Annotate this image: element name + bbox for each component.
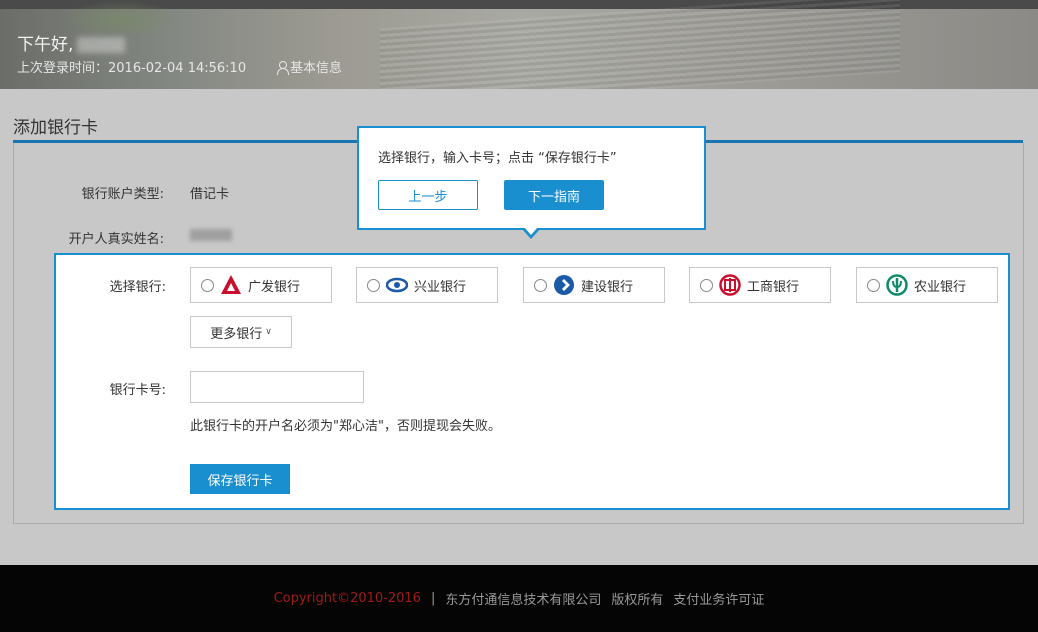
card-number-label: 银行卡号: <box>109 383 166 398</box>
guide-highlight-area: 选择银行: 广发银行 兴业银行 建设银行 工商银行 农业银行 更多银行 ∨ 银行… <box>54 253 1010 510</box>
header-banner: 下午好, 上次登录时间：2016-02-04 14:56:10 基本信息 <box>0 0 1038 89</box>
save-bank-card-button[interactable]: 保存银行卡 <box>190 464 290 494</box>
bank-name: 兴业银行 <box>414 279 467 295</box>
last-login: 上次登录时间：2016-02-04 14:56:10 <box>17 57 246 76</box>
bank-name: 建设银行 <box>581 279 634 295</box>
tooltip-arrow-fill <box>524 227 538 235</box>
basic-info-link[interactable]: 基本信息 <box>276 57 342 76</box>
bank-option-cib[interactable]: 兴业银行 <box>356 267 498 303</box>
radio-button[interactable] <box>201 278 214 292</box>
bank-name: 广发银行 <box>248 279 301 295</box>
last-login-time: 2016-02-04 14:56:10 <box>108 61 247 76</box>
bank-option-icbc[interactable]: 工商银行 <box>689 267 831 303</box>
radio-button[interactable] <box>867 278 880 292</box>
bank-name: 工商银行 <box>747 279 800 295</box>
footer-separator: | <box>430 591 436 606</box>
user-icon <box>276 60 289 75</box>
tooltip-text: 选择银行，输入卡号；点击 “保存银行卡” <box>378 151 617 166</box>
bank-option-abc[interactable]: 农业银行 <box>856 267 998 303</box>
chevron-down-icon: ∨ <box>265 327 272 337</box>
account-type-value: 借记卡 <box>190 187 230 202</box>
account-type-label: 银行账户类型: <box>81 187 164 202</box>
rights-text: 版权所有 <box>611 593 664 608</box>
icbc-logo-icon <box>719 274 741 296</box>
bank-name: 农业银行 <box>914 279 967 295</box>
account-name-hint: 此银行卡的开户名必须为"郑心洁"，否则提现会失败。 <box>190 419 501 434</box>
previous-step-button[interactable]: 上一步 <box>378 180 478 210</box>
banner-background-image <box>380 0 900 89</box>
last-login-label: 上次登录时间： <box>17 61 109 76</box>
greeting-text: 下午好, <box>17 35 74 55</box>
greeting: 下午好, <box>17 30 126 55</box>
card-number-input[interactable] <box>190 371 364 403</box>
company-name: 东方付通信息技术有限公司 <box>445 593 602 608</box>
copyright-text: Copyright©2010-2016 <box>273 591 421 606</box>
radio-button[interactable] <box>534 278 547 292</box>
ccb-logo-icon <box>553 274 575 296</box>
footer: Copyright©2010-2016 | 东方付通信息技术有限公司 版权所有 … <box>0 565 1038 632</box>
license-link[interactable]: 支付业务许可证 <box>673 589 764 608</box>
cgb-logo-icon <box>220 274 242 296</box>
guide-tooltip: 选择银行，输入卡号；点击 “保存银行卡” 上一步 下一指南 <box>357 126 706 230</box>
real-name-label: 开户人真实姓名: <box>68 232 164 247</box>
cib-logo-icon <box>386 274 408 296</box>
radio-button[interactable] <box>700 278 713 292</box>
radio-button[interactable] <box>367 278 380 292</box>
basic-info-label: 基本信息 <box>290 61 343 76</box>
more-banks-label: 更多银行 <box>210 326 263 342</box>
more-banks-dropdown[interactable]: 更多银行 ∨ <box>190 316 292 348</box>
bank-option-ccb[interactable]: 建设银行 <box>523 267 665 303</box>
next-guide-button[interactable]: 下一指南 <box>504 180 604 210</box>
bank-option-cgb[interactable]: 广发银行 <box>190 267 332 303</box>
page-title: 添加银行卡 <box>13 118 98 138</box>
real-name-value <box>190 229 232 245</box>
blurred-real-name <box>190 229 232 241</box>
blurred-username <box>77 37 126 53</box>
select-bank-label: 选择银行: <box>109 280 166 295</box>
abc-logo-icon <box>886 274 908 296</box>
